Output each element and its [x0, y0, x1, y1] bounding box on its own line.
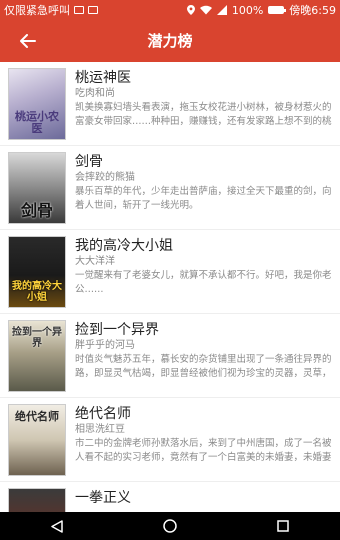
book-description: 暴乐百草的年代，少年走出普萨庙，接过全天下最重的剑，向着人世间，斩开了一线光明。	[75, 186, 332, 211]
book-cover-title: 捡到一个异界	[12, 327, 62, 349]
message-notification-icon	[88, 6, 98, 14]
book-list-item[interactable]: 绝代名师 绝代名师 相思洗红豆 市二中的金牌老师孙默落水后，来到了中州唐国，成了…	[0, 398, 340, 482]
app-bar: 潜力榜	[0, 20, 340, 62]
book-cover-title: 绝代名师	[15, 410, 59, 423]
book-list-item[interactable]: 我的高冷大小姐 我的高冷大小姐 大大洋洋 一觉醒来有了老婆女儿，就算不承认都不行…	[0, 230, 340, 314]
book-description: 时值炎气魅苏五年，慕长安的杂货铺里出现了一条通往异界的路，即显灵气枯竭，即显曾经…	[75, 354, 332, 379]
status-left: 仅限紧急呼叫	[4, 2, 187, 18]
book-title: 捡到一个异界	[75, 322, 159, 338]
emergency-call-text: 仅限紧急呼叫	[4, 4, 70, 17]
nav-home-button[interactable]	[150, 512, 190, 540]
book-description: 凯美换寡妇墙头看表演，拖玉女校花进小树林，被身材惹火的富豪女带回家……种种田，赚…	[75, 102, 332, 127]
book-info: 桃运神医 吃肉和尚 凯美换寡妇墙头看表演，拖玉女校花进小树林，被身材惹火的富豪女…	[75, 68, 332, 145]
book-cover-title: 桃运小农医	[15, 110, 59, 135]
book-title: 桃运神医	[75, 70, 131, 86]
book-cover: 桃运小农医	[8, 68, 66, 140]
wifi-icon	[199, 5, 212, 15]
book-description: 市二中的金牌老师孙默落水后，来到了中州唐国，成了一名被人看不起的实习老师，竟然有…	[75, 438, 332, 463]
book-title: 绝代名师	[75, 406, 131, 422]
book-author: 相思洗红豆	[75, 424, 125, 435]
book-cover: 我的高冷大小姐	[8, 236, 66, 308]
book-title: 我的高冷大小姐	[75, 238, 173, 254]
book-list-item[interactable]: 桃运小农医 桃运神医 吃肉和尚 凯美换寡妇墙头看表演，拖玉女校花进小树林，被身材…	[0, 62, 340, 146]
system-nav-bar	[0, 512, 340, 540]
book-author: 吃肉和尚	[75, 88, 115, 99]
book-cover: 捡到一个异界	[8, 320, 66, 392]
book-cover-title: 剑骨	[20, 201, 53, 220]
book-info: 剑骨 会摔跤的熊猫 暴乐百草的年代，少年走出普萨庙，接过全天下最重的剑，向着人世…	[75, 152, 332, 229]
book-info: 我的高冷大小姐 大大洋洋 一觉醒来有了老婆女儿，就算不承认都不行。好吧，我是你老…	[75, 236, 332, 313]
book-info: 捡到一个异界 胖乎乎的河马 时值炎气魅苏五年，慕长安的杂货铺里出现了一条通往异界…	[75, 320, 332, 397]
book-info: 绝代名师 相思洗红豆 市二中的金牌老师孙默落水后，来到了中州唐国，成了一名被人看…	[75, 404, 332, 481]
battery-percent: 100%	[231, 3, 264, 17]
book-description: 一觉醒来有了老婆女儿，就算不承认都不行。好吧，我是你老公……	[75, 270, 332, 295]
book-author: 会摔跤的熊猫	[75, 172, 135, 183]
back-button[interactable]	[0, 20, 56, 62]
arrow-back-icon	[20, 34, 36, 48]
book-list-item[interactable]: 捡到一个异界 捡到一个异界 胖乎乎的河马 时值炎气魅苏五年，慕长安的杂货铺里出现…	[0, 314, 340, 398]
battery-icon	[268, 6, 287, 14]
book-cover	[8, 488, 66, 512]
location-icon	[186, 5, 195, 15]
signal-icon	[216, 5, 227, 15]
nav-back-triangle-icon	[50, 519, 63, 533]
book-author: 大大洋洋	[75, 256, 115, 267]
status-bar: 仅限紧急呼叫 100% 傍晚6:59	[0, 0, 340, 20]
nav-back-button[interactable]	[37, 512, 77, 540]
nav-home-circle-icon	[163, 519, 177, 533]
book-list-item[interactable]: 一拳正义	[0, 482, 340, 512]
book-cover-title: 我的高冷大小姐	[12, 281, 62, 303]
book-author: 胖乎乎的河马	[75, 340, 135, 351]
book-cover: 剑骨	[8, 152, 66, 224]
book-list-item[interactable]: 剑骨 剑骨 会摔跤的熊猫 暴乐百草的年代，少年走出普萨庙，接过全天下最重的剑，向…	[0, 146, 340, 230]
nav-recents-button[interactable]	[263, 512, 303, 540]
nav-recents-square-icon	[277, 520, 290, 532]
book-title: 剑骨	[75, 154, 103, 170]
book-title: 一拳正义	[75, 490, 131, 506]
book-list[interactable]: 桃运小农医 桃运神医 吃肉和尚 凯美换寡妇墙头看表演，拖玉女校花进小树林，被身材…	[0, 62, 340, 512]
book-cover: 绝代名师	[8, 404, 66, 476]
image-notification-icon	[74, 6, 84, 14]
status-right: 100% 傍晚6:59	[186, 2, 336, 18]
book-info: 一拳正义	[75, 488, 332, 512]
clock-time: 傍晚6:59	[289, 4, 336, 17]
